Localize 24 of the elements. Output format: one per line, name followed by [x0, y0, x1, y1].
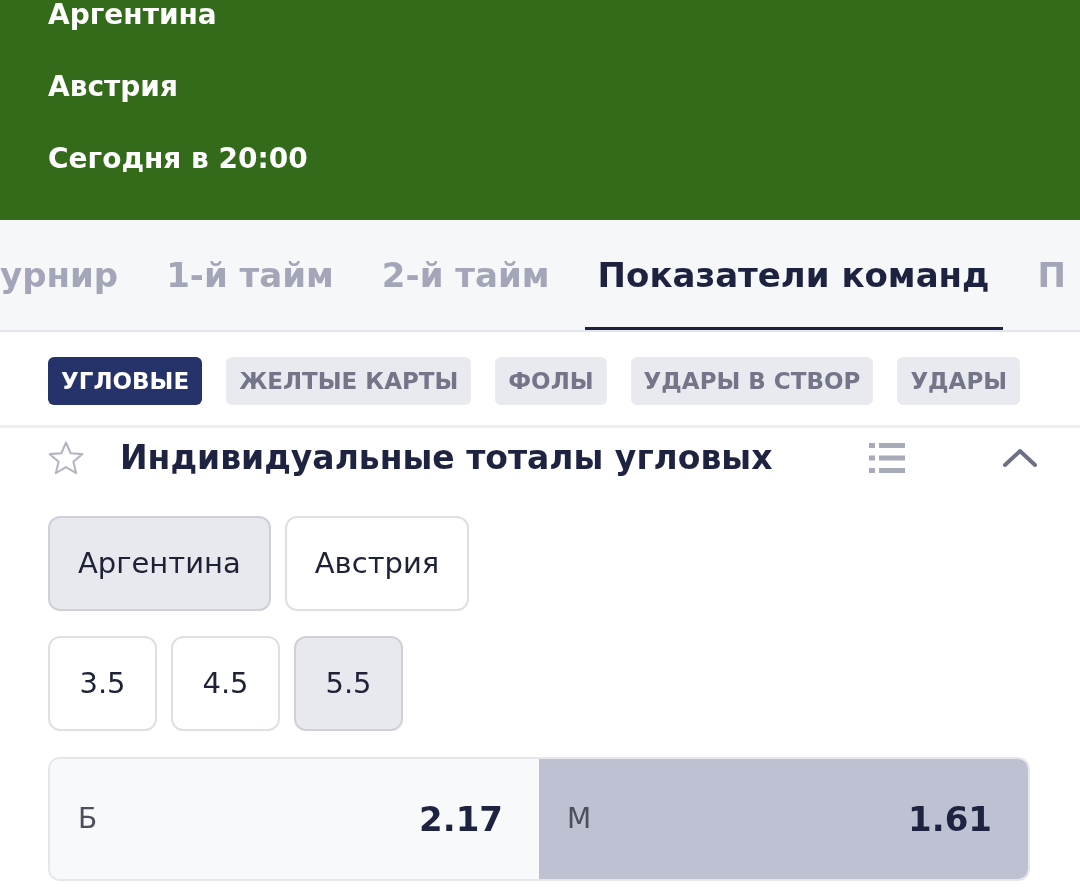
- odds-value: 1.61: [908, 797, 992, 841]
- line-button[interactable]: 5.5: [294, 636, 403, 731]
- outcome-label: М: [567, 801, 592, 837]
- star-icon[interactable]: [48, 441, 84, 475]
- team-button[interactable]: Австрия: [284, 516, 470, 611]
- team-button[interactable]: Аргентина: [48, 516, 271, 611]
- category-chip[interactable]: ФОЛЫ: [495, 357, 607, 405]
- line-button[interactable]: 4.5: [171, 636, 280, 731]
- market-title: Индивидуальные тоталы угловых: [120, 437, 774, 480]
- team-name: Аргентина: [48, 0, 217, 30]
- odds-button[interactable]: М 1.61: [539, 759, 1028, 879]
- list-icon[interactable]: [869, 443, 905, 473]
- outcome-label: Б: [78, 801, 98, 837]
- odds-button[interactable]: Б 2.17: [50, 759, 539, 879]
- tab[interactable]: Показатели команд: [584, 220, 1003, 330]
- match-time: Сегодня в 20:00: [48, 144, 308, 174]
- category-chip[interactable]: УДАРЫ В СТВОР: [630, 357, 874, 405]
- category-chip[interactable]: ЖЕЛТЫЕ КАРТЫ: [226, 357, 472, 405]
- line-button[interactable]: 3.5: [48, 636, 157, 731]
- chevron-up-icon[interactable]: [1002, 448, 1038, 468]
- category-chip[interactable]: УГЛОВЫЕ: [48, 357, 203, 405]
- odds-value: 2.17: [419, 797, 503, 841]
- team-name: Австрия: [48, 72, 178, 102]
- category-chip[interactable]: УДАРЫ: [897, 357, 1021, 405]
